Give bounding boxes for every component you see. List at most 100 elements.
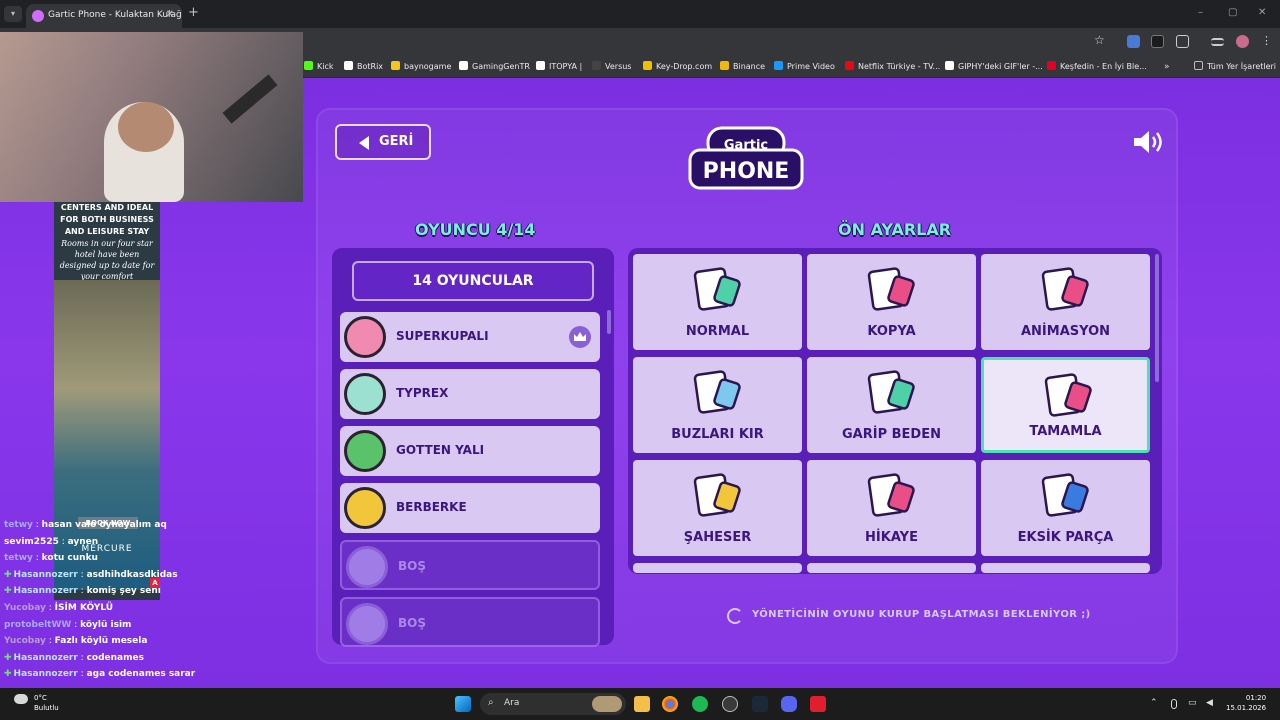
player-row[interactable]: SUPERKUPALI	[340, 312, 600, 362]
preset-tile[interactable]: ANİMASYON	[981, 254, 1150, 350]
bookmark-item[interactable]: ITOPYA |	[536, 61, 582, 71]
bookmark-item[interactable]: Binance	[720, 61, 765, 71]
volume-icon[interactable]: ◀	[1206, 698, 1213, 708]
bookmark-item[interactable]: baynogame	[391, 61, 451, 71]
bookmark-item[interactable]: Kick	[304, 61, 334, 71]
chat-separator: :	[45, 636, 55, 647]
network-icon[interactable]: ▭	[1188, 698, 1197, 708]
weather-temp: 0°C	[34, 694, 47, 702]
player-list-scrollbar[interactable]	[607, 310, 611, 334]
player-slot-empty[interactable]: BOŞ	[340, 540, 600, 590]
maximize-button[interactable]: ▢	[1228, 7, 1237, 18]
tab-close-icon[interactable]: ✕	[166, 9, 174, 20]
chat-username[interactable]: Hasannozerr	[14, 669, 78, 679]
logo-bottom-text: PHONE	[703, 159, 790, 184]
chat-text: aga codenames sarar	[86, 669, 196, 680]
player-name: GOTTEN YALI	[396, 443, 485, 457]
preset-tile[interactable]: KOPYA	[807, 254, 976, 350]
close-window-button[interactable]: ✕	[1258, 7, 1266, 18]
back-button[interactable]: GERİ	[335, 124, 431, 160]
taskbar-clock[interactable]: 01:20 15.01.2026	[1226, 693, 1266, 713]
preset-label: TAMAMLA	[1029, 424, 1102, 439]
loading-spinner-icon	[727, 608, 743, 624]
reading-list-icon[interactable]	[1211, 38, 1224, 46]
tab-list-button[interactable]: ▾	[4, 6, 22, 22]
player-count-button[interactable]: 14 OYUNCULAR	[352, 261, 594, 301]
bookmark-item[interactable]: BotRix	[344, 61, 383, 71]
bookmark-favicon-icon	[845, 61, 854, 70]
chat-message: ✚ Hasannozerr : komiş şey seni	[4, 586, 161, 596]
preset-tile[interactable]: ŞAHESER	[633, 460, 802, 556]
preset-tile[interactable]: HİKAYE	[807, 460, 976, 556]
chrome-icon[interactable]	[662, 696, 678, 712]
preset-tile[interactable]	[633, 563, 802, 573]
steam-icon[interactable]	[752, 696, 768, 712]
app-icon[interactable]	[810, 696, 826, 712]
preset-tile[interactable]	[981, 563, 1150, 573]
menu-kebab-icon[interactable]: ⋮	[1261, 34, 1274, 47]
chat-separator: :	[77, 569, 87, 580]
preset-tile[interactable]: EKSİK PARÇA	[981, 460, 1150, 556]
chat-username[interactable]: tetwy	[4, 553, 33, 563]
presets-scrollbar[interactable]	[1155, 254, 1159, 382]
chat-username[interactable]: Hasannozerr	[14, 586, 78, 596]
streamer-face	[118, 102, 174, 152]
bookmarks-overflow-button[interactable]: »	[1164, 62, 1170, 72]
preset-tile[interactable]: TAMAMLA	[981, 357, 1150, 453]
puzzle-apple-icon	[1044, 373, 1092, 417]
chat-text: aynen	[67, 536, 99, 547]
bookmark-item[interactable]: GIPHY'deki GIF'ler -...	[945, 61, 1043, 71]
translate-extension-icon[interactable]	[1127, 35, 1140, 48]
chat-message: ✚ Hasannozerr : codenames	[4, 653, 144, 663]
bookmark-item[interactable]: Netflix Türkiye - TV...	[845, 61, 940, 71]
player-row[interactable]: BERBERKE	[340, 483, 600, 533]
bookmark-item[interactable]: GamingGenTR	[459, 61, 530, 71]
mic-tray-icon[interactable]	[1171, 699, 1177, 709]
bookmark-item[interactable]: Key-Drop.com	[643, 61, 712, 71]
chat-username[interactable]: Hasannozerr	[14, 570, 78, 580]
new-tab-button[interactable]: +	[188, 5, 199, 20]
chat-text: codenames	[86, 652, 144, 663]
chat-username[interactable]: tetwy	[4, 520, 33, 530]
extension-icon[interactable]	[1151, 35, 1164, 48]
preset-tile[interactable]: GARİP BEDEN	[807, 357, 976, 453]
chat-username[interactable]: sevim2525	[4, 537, 59, 547]
preset-tile[interactable]: NORMAL	[633, 254, 802, 350]
chat-username[interactable]: protobeltWW	[4, 620, 71, 630]
ad-body: Rooms in our four star hotel have been d…	[59, 239, 155, 281]
spotify-icon[interactable]	[692, 696, 708, 712]
cloud-icon[interactable]	[14, 694, 28, 704]
player-row[interactable]: TYPREX	[340, 369, 600, 419]
all-bookmarks-folder[interactable]: Tüm Yer İşaretleri	[1194, 61, 1276, 71]
bookmark-label: BotRix	[357, 62, 384, 71]
browser-tab-gartic[interactable]: Gartic Phone - Kulaktan Kulağa ✕	[26, 4, 182, 28]
file-explorer-icon[interactable]	[634, 696, 650, 712]
discord-icon[interactable]	[781, 696, 797, 712]
chat-username[interactable]: Yucobay	[4, 603, 46, 613]
obs-icon[interactable]	[722, 696, 738, 712]
chat-username[interactable]: Yucobay	[4, 636, 46, 646]
tray-overflow-icon[interactable]: ⌃	[1150, 698, 1158, 708]
clock-time: 01:20	[1245, 694, 1267, 702]
profile-avatar-icon[interactable]	[1236, 35, 1249, 48]
bookmark-label: GIPHY'deki GIF'ler -...	[958, 62, 1043, 71]
bookmark-item[interactable]: Prime Video	[774, 61, 835, 71]
player-row[interactable]: GOTTEN YALI	[340, 426, 600, 476]
preset-tile[interactable]: BUZLARI KIR	[633, 357, 802, 453]
weather-condition: Bulutlu	[34, 704, 59, 712]
preset-tile[interactable]	[807, 563, 976, 573]
bookmark-item[interactable]: Keşfedin - En İyi Ble...	[1047, 61, 1147, 71]
minimize-button[interactable]: –	[1198, 7, 1203, 18]
bookmark-star-icon[interactable]: ☆	[1094, 33, 1107, 47]
sound-speaker-icon[interactable]	[1132, 128, 1166, 156]
player-name: BOŞ	[398, 616, 426, 630]
extensions-puzzle-icon[interactable]	[1176, 35, 1189, 48]
gartic-phone-logo: Gartic PHONE	[688, 126, 804, 190]
windows-start-icon[interactable]	[455, 696, 471, 712]
chat-username[interactable]: Hasannozerr	[14, 653, 78, 663]
weather-widget[interactable]: 0°C Bulutlu	[34, 693, 59, 713]
bookmark-label: baynogame	[404, 62, 452, 71]
player-slot-empty[interactable]: BOŞ	[340, 597, 600, 647]
clock-date: 15.01.2026	[1226, 704, 1267, 712]
bookmark-item[interactable]: Versus	[592, 61, 631, 71]
